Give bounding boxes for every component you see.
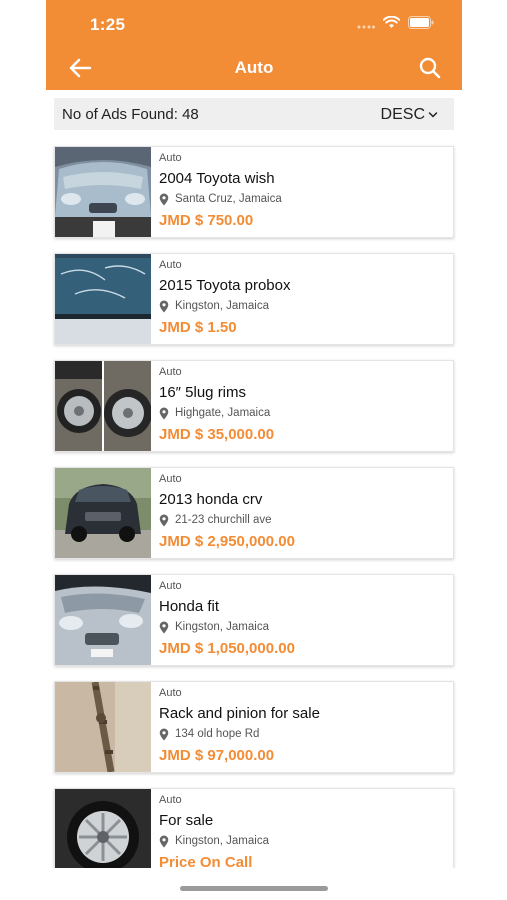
ads-count: No of Ads Found: 48 [62, 106, 199, 123]
ad-thumbnail [55, 789, 151, 868]
location-pin-icon [159, 514, 169, 526]
location-pin-icon [159, 300, 169, 312]
status-time: 1:25 [90, 15, 126, 34]
ad-category: Auto [159, 794, 182, 806]
ad-location: Kingston, Jamaica [159, 619, 447, 635]
ad-thumbnail [55, 468, 151, 558]
ad-category: Auto [159, 366, 182, 378]
ad-location-text: Santa Cruz, Jamaica [175, 193, 282, 205]
ad-location: Highgate, Jamaica [159, 405, 447, 421]
ad-title: Honda fit [159, 598, 220, 615]
ad-location-text: Kingston, Jamaica [175, 835, 269, 847]
ad-card[interactable]: Auto Rack and pinion for sale 134 old ho… [54, 681, 454, 773]
ad-thumbnail [55, 682, 151, 772]
location-pin-icon [159, 407, 169, 419]
ad-location: 134 old hope Rd [159, 726, 447, 742]
ad-location-text: Kingston, Jamaica [175, 621, 269, 633]
home-indicator[interactable] [180, 886, 328, 891]
ad-card[interactable]: Auto 2015 Toyota probox Kingston, Jamaic… [54, 253, 454, 345]
ad-category: Auto [159, 152, 182, 164]
ad-category: Auto [159, 473, 182, 485]
ad-category: Auto [159, 259, 182, 271]
ad-title: 2013 honda crv [159, 491, 263, 508]
ad-card[interactable]: Auto 2013 honda crv 21-23 churchill ave … [54, 467, 454, 559]
sort-label: DESC [380, 106, 425, 123]
ad-thumbnail [55, 361, 151, 451]
ad-price: JMD $ 97,000.00 [159, 747, 275, 764]
location-pin-icon [159, 728, 169, 740]
app-screen: 1:25 Auto No of Ads Found: 48 DESC Auto … [46, 0, 462, 900]
battery-icon [408, 16, 434, 34]
signal-icon [357, 16, 375, 34]
ad-card[interactable]: Auto 16″ 5lug rims Highgate, Jamaica JMD… [54, 360, 454, 452]
ad-title: 16″ 5lug rims [159, 384, 247, 401]
ad-location-text: 21-23 churchill ave [175, 514, 272, 526]
ads-list: Auto 2004 Toyota wish Santa Cruz, Jamaic… [46, 140, 462, 868]
ad-price: JMD $ 35,000.00 [159, 426, 275, 443]
ad-title: For sale [159, 812, 214, 829]
ad-category: Auto [159, 687, 182, 699]
wifi-icon [382, 15, 401, 34]
ad-location-text: Kingston, Jamaica [175, 300, 269, 312]
ad-title: 2015 Toyota probox [159, 277, 291, 294]
ad-card[interactable]: Auto 2004 Toyota wish Santa Cruz, Jamaic… [54, 146, 454, 238]
ad-location: Kingston, Jamaica [159, 298, 447, 314]
ad-category: Auto [159, 580, 182, 592]
header-bar: Auto [46, 46, 462, 90]
ad-thumbnail [55, 575, 151, 665]
ad-location: Kingston, Jamaica [159, 833, 447, 849]
ad-title: Rack and pinion for sale [159, 705, 320, 722]
ad-location: 21-23 churchill ave [159, 512, 447, 528]
location-pin-icon [159, 193, 169, 205]
ad-price: JMD $ 1,050,000.00 [159, 640, 295, 657]
ad-location-text: Highgate, Jamaica [175, 407, 271, 419]
page-title: Auto [234, 58, 274, 77]
ad-price: JMD $ 2,950,000.00 [159, 533, 295, 550]
results-summary-bar: No of Ads Found: 48 DESC [54, 98, 454, 130]
ad-location: Santa Cruz, Jamaica [159, 191, 447, 207]
status-icons [357, 15, 434, 34]
ad-price: Price On Call [159, 854, 253, 868]
ad-price: JMD $ 1.50 [159, 319, 237, 336]
ad-title: 2004 Toyota wish [159, 170, 275, 187]
ad-card[interactable]: Auto For sale Kingston, Jamaica Price On… [54, 788, 454, 868]
sort-dropdown[interactable]: DESC [381, 106, 438, 124]
location-pin-icon [159, 835, 169, 847]
chevron-down-icon [428, 112, 438, 118]
ad-location-text: 134 old hope Rd [175, 728, 260, 740]
ad-thumbnail [55, 147, 151, 237]
ad-thumbnail [55, 254, 151, 344]
search-icon[interactable] [418, 56, 442, 80]
ad-card[interactable]: Auto Honda fit Kingston, Jamaica JMD $ 1… [54, 574, 454, 666]
ad-price: JMD $ 750.00 [159, 212, 254, 229]
status-bar: 1:25 [46, 0, 462, 46]
location-pin-icon [159, 621, 169, 633]
